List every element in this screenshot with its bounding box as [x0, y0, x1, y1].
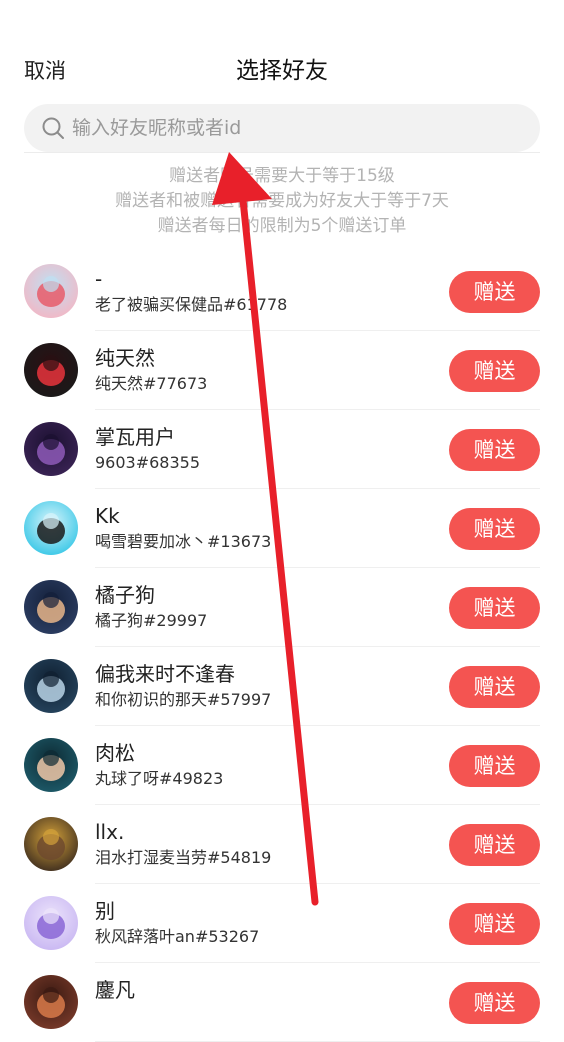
- gift-rules-notice: 赠送者账号需要大于等于15级 赠送者和被赠送者需要成为好友大于等于7天 赠送者每…: [0, 164, 564, 239]
- friend-id: 纯天然#77673: [95, 374, 208, 393]
- avatar: [24, 896, 78, 950]
- notice-line: 赠送者账号需要大于等于15级: [169, 166, 395, 186]
- gift-button[interactable]: 赠送: [449, 271, 540, 313]
- friend-row[interactable]: 纯天然纯天然#77673 赠送: [0, 331, 564, 410]
- friend-id: 橘子狗#29997: [95, 611, 208, 630]
- avatar: [24, 817, 78, 871]
- avatar: [24, 422, 78, 476]
- avatar: [24, 343, 78, 397]
- friend-id: 喝雪碧要加冰丶#13673: [95, 532, 272, 551]
- friend-name: 肉松: [95, 741, 135, 765]
- friend-list: - 老了被骗买保健品#61778 赠送 纯天然 纯天然#77673 赠送 掌瓦用户 9603#…: [0, 252, 564, 1042]
- avatar: [24, 501, 78, 555]
- gift-button[interactable]: 赠送: [449, 587, 540, 629]
- friend-row[interactable]: 鏖凡 赠送: [0, 963, 564, 1042]
- avatar: [24, 738, 78, 792]
- friend-name: 橘子狗: [95, 583, 155, 607]
- friend-row[interactable]: llx. 泪水打湿麦当劳#54819 赠送: [0, 805, 564, 884]
- friend-row[interactable]: Kk 喝雪碧要加冰丶#13673 赠送: [0, 489, 564, 568]
- gift-button[interactable]: 赠送: [449, 350, 540, 392]
- friend-row[interactable]: 橘子狗橘子狗#29997 赠送: [0, 568, 564, 647]
- friend-name: 别: [95, 899, 115, 923]
- avatar: [24, 975, 78, 1029]
- search-bar[interactable]: [24, 104, 540, 152]
- gift-button[interactable]: 赠送: [449, 429, 540, 471]
- friend-name: 偏我来时不逢春: [95, 662, 235, 686]
- friend-id: 丸球了呀#49823: [95, 769, 224, 788]
- search-icon: [42, 117, 64, 139]
- friend-name: 纯天然: [95, 346, 155, 370]
- friend-row[interactable]: 偏我来时不逢春和你初识的那天#57997 赠送: [0, 647, 564, 726]
- friend-name: -: [95, 267, 103, 291]
- avatar: [24, 580, 78, 634]
- friend-id: 秋风辞落叶an#53267: [95, 927, 260, 946]
- notice-line: 赠送者每日的限制为5个赠送订单: [157, 216, 407, 236]
- friend-id: 和你初识的那天#57997: [95, 690, 272, 709]
- friend-name: Kk: [95, 504, 120, 528]
- friend-row[interactable]: - 老了被骗买保健品#61778 赠送: [0, 252, 564, 331]
- friend-row[interactable]: 肉松丸球了呀#49823 赠送: [0, 726, 564, 805]
- gift-button[interactable]: 赠送: [449, 745, 540, 787]
- friend-row[interactable]: 别秋风辞落叶an#53267 赠送: [0, 884, 564, 963]
- gift-button[interactable]: 赠送: [449, 903, 540, 945]
- gift-button[interactable]: 赠送: [449, 824, 540, 866]
- gift-button[interactable]: 赠送: [449, 508, 540, 550]
- friend-id: 9603#68355: [95, 453, 201, 472]
- avatar: [24, 659, 78, 713]
- friend-id: 老了被骗买保健品#61778: [95, 295, 288, 314]
- friend-name: 鏖凡: [95, 978, 135, 1002]
- gift-button[interactable]: 赠送: [449, 982, 540, 1024]
- avatar: [24, 264, 78, 318]
- friend-row[interactable]: 掌瓦用户 9603#68355 赠送: [0, 410, 564, 489]
- search-input[interactable]: [72, 104, 522, 152]
- friend-name: 掌瓦用户: [95, 425, 175, 449]
- page-title: 选择好友: [236, 58, 328, 84]
- gift-button[interactable]: 赠送: [449, 666, 540, 708]
- friend-id: 泪水打湿麦当劳#54819: [95, 848, 272, 867]
- notice-line: 赠送者和被赠送者需要成为好友大于等于7天: [115, 191, 449, 211]
- friend-name: llx.: [95, 820, 125, 844]
- header: 取消 选择好友: [0, 0, 564, 100]
- divider: [24, 152, 540, 153]
